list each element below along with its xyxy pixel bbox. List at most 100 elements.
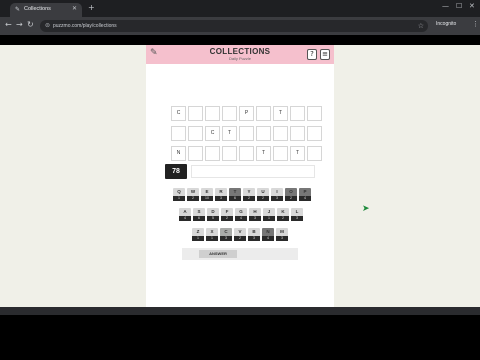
reload-icon[interactable]: ↻ <box>27 20 34 29</box>
key-count: 1 <box>263 216 275 221</box>
menu-button[interactable]: ≡ <box>320 49 330 60</box>
close-window-icon[interactable]: ✕ <box>469 2 475 10</box>
board-row: CT <box>171 126 322 141</box>
board-cell[interactable]: C <box>171 106 186 121</box>
key-h[interactable]: H3 <box>249 208 261 221</box>
key-letter: H <box>253 209 257 214</box>
board-cell[interactable]: N <box>171 146 186 161</box>
help-button[interactable]: ? <box>307 49 317 60</box>
key-count: 1 <box>206 236 218 241</box>
key-y[interactable]: Y2 <box>243 188 255 201</box>
key-i[interactable]: I3 <box>271 188 283 201</box>
key-letter: B <box>252 229 256 234</box>
key-n[interactable]: N4 <box>262 228 274 241</box>
board-cell[interactable] <box>222 146 237 161</box>
board-cell[interactable] <box>171 126 186 141</box>
board-cell[interactable] <box>290 126 305 141</box>
board-cell[interactable]: T <box>290 146 305 161</box>
answer-button[interactable]: ANSWER <box>199 250 237 258</box>
incognito-badge: Incognito <box>436 21 457 27</box>
back-icon[interactable]: ← <box>5 20 12 29</box>
address-bar[interactable]: ⊜ puzzmo.com/play/collections ☆ <box>40 20 428 32</box>
key-w[interactable]: W2 <box>187 188 199 201</box>
key-letter: Z <box>196 229 200 234</box>
close-tab-icon[interactable]: ✕ <box>72 5 77 12</box>
key-c[interactable]: C3 <box>220 228 232 241</box>
key-s[interactable]: S6 <box>193 208 205 221</box>
key-x[interactable]: X1 <box>206 228 218 241</box>
minimize-icon[interactable]: — <box>442 2 449 10</box>
taskbar <box>0 307 480 315</box>
key-count: 3 <box>249 216 261 221</box>
key-count: 2 <box>257 196 269 201</box>
key-count: 5 <box>207 216 219 221</box>
url-text: puzzmo.com/play/collections <box>53 23 117 29</box>
key-z[interactable]: Z1 <box>192 228 204 241</box>
key-letter: R <box>219 189 223 194</box>
key-d[interactable]: D5 <box>207 208 219 221</box>
key-v[interactable]: V2 <box>234 228 246 241</box>
board-cell[interactable] <box>239 146 254 161</box>
board-cell[interactable]: P <box>239 106 254 121</box>
key-count: 2 <box>285 196 297 201</box>
key-f[interactable]: F2 <box>221 208 233 221</box>
board-cell[interactable] <box>188 146 203 161</box>
browser-menu-icon[interactable]: ⋮ <box>472 20 479 28</box>
new-tab-icon[interactable]: + <box>88 3 95 12</box>
key-letter: D <box>211 209 215 214</box>
bookmark-star-icon[interactable]: ☆ <box>418 22 424 30</box>
board-cell[interactable] <box>188 126 203 141</box>
key-g[interactable]: G4 <box>235 208 247 221</box>
keyboard-row: Q 1 W 2 E 10 R 3 T 6 Y 2 U 2 I 3 O 2 P 4 <box>173 188 311 201</box>
key-j[interactable]: J1 <box>263 208 275 221</box>
board-cell[interactable] <box>222 106 237 121</box>
board-cell[interactable] <box>307 106 322 121</box>
board-cell[interactable]: T <box>273 106 288 121</box>
key-letter: G <box>239 209 243 214</box>
board-cell[interactable]: C <box>205 126 220 141</box>
key-letter: Q <box>177 189 181 194</box>
key-letter: U <box>261 189 265 194</box>
board-cell[interactable] <box>205 106 220 121</box>
key-r[interactable]: R3 <box>215 188 227 201</box>
key-e[interactable]: E 10 <box>201 188 213 201</box>
tab-title: Collections <box>24 6 51 12</box>
board-cell[interactable] <box>205 146 220 161</box>
board-cell[interactable] <box>256 126 271 141</box>
key-count: 3 <box>220 236 232 241</box>
board-cell[interactable]: T <box>256 146 271 161</box>
guess-input[interactable] <box>191 165 315 178</box>
key-p[interactable]: P4 <box>299 188 311 201</box>
board-cell[interactable]: T <box>222 126 237 141</box>
forward-icon[interactable]: → <box>16 20 23 29</box>
key-letter: W <box>190 189 196 194</box>
key-count: 3 <box>215 196 227 201</box>
browser-toolbar: ← → ↻ ⊜ puzzmo.com/play/collections ☆ In… <box>0 17 480 35</box>
board-row: CPT <box>171 106 322 121</box>
game-subtitle: Daily Puzzle <box>228 56 251 61</box>
key-k[interactable]: K2 <box>277 208 289 221</box>
board-cell[interactable] <box>256 106 271 121</box>
maximize-icon[interactable]: ☐ <box>456 2 462 10</box>
key-m[interactable]: M3 <box>276 228 288 241</box>
key-o[interactable]: O2 <box>285 188 297 201</box>
game-panel: ✎ COLLECTIONS Daily Puzzle ? ≡ CPTCTNTT … <box>146 45 334 307</box>
key-count: 4 <box>235 216 247 221</box>
key-t[interactable]: T6 <box>229 188 241 201</box>
tab-collections[interactable]: ✎ Collections ✕ <box>10 3 82 17</box>
key-u[interactable]: U2 <box>257 188 269 201</box>
board-cell[interactable] <box>290 106 305 121</box>
key-count: 2 <box>277 216 289 221</box>
board-cell[interactable] <box>273 126 288 141</box>
key-l[interactable]: L3 <box>291 208 303 221</box>
board-cell[interactable] <box>273 146 288 161</box>
key-q[interactable]: Q1 <box>173 188 185 201</box>
board-cell[interactable] <box>307 126 322 141</box>
board-cell[interactable] <box>188 106 203 121</box>
key-b[interactable]: B3 <box>248 228 260 241</box>
key-a[interactable]: A4 <box>179 208 191 221</box>
board-cell[interactable] <box>307 146 322 161</box>
key-count: 2 <box>234 236 246 241</box>
site-info-icon[interactable]: ⊜ <box>45 22 50 29</box>
board-cell[interactable] <box>239 126 254 141</box>
